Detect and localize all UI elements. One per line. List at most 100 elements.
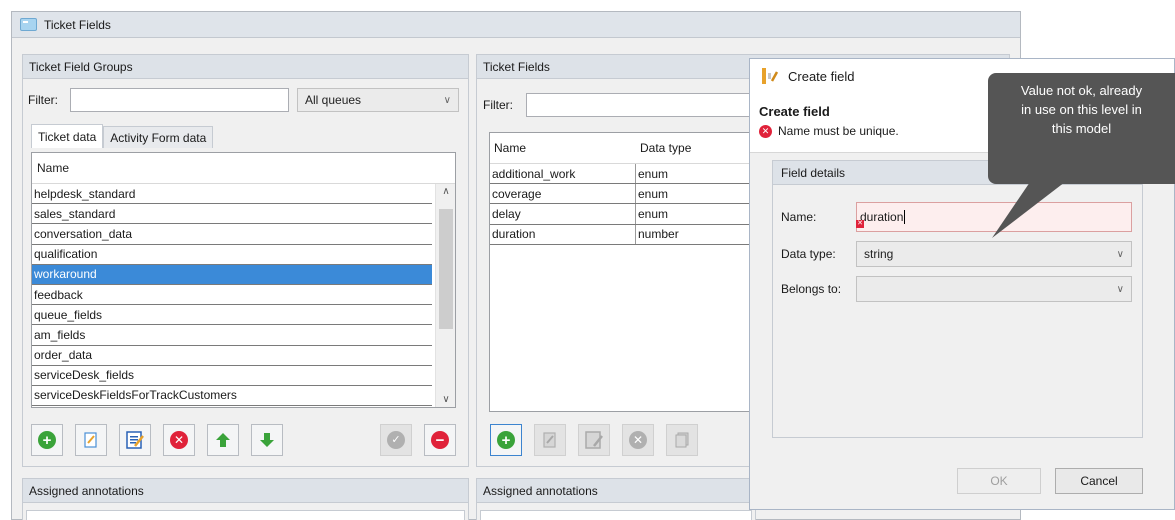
annotations-right-table xyxy=(480,510,752,520)
confirm-button[interactable]: ✓ xyxy=(380,424,412,456)
delete-group-button[interactable]: ✕ xyxy=(163,424,195,456)
annotations-right-header: Assigned annotations xyxy=(477,479,755,503)
edit-form-button[interactable] xyxy=(578,424,610,456)
cell-name: duration xyxy=(490,224,636,244)
add-group-button[interactable]: + xyxy=(31,424,63,456)
fields-filter-row: Filter: xyxy=(483,93,756,117)
list-item[interactable]: queue_fields xyxy=(32,305,432,326)
form-edit-icon xyxy=(126,431,144,449)
dialog-heading: Create field xyxy=(759,104,830,119)
data-type-row: Data type: string ∨ xyxy=(781,241,1132,267)
tooltip-pointer xyxy=(992,182,1065,238)
dialog-title: Create field xyxy=(788,68,855,84)
list-item[interactable]: sales_standard xyxy=(32,204,432,225)
data-type-value: string xyxy=(864,247,894,261)
list-item[interactable]: conversation_data xyxy=(32,224,432,245)
edit-group-button[interactable] xyxy=(75,424,107,456)
cell-type: enum xyxy=(638,206,669,221)
scrollbar-thumb[interactable] xyxy=(439,209,453,329)
groups-tabs: Ticket data Activity Form data xyxy=(31,124,214,148)
groups-toolbar: + ✕ xyxy=(31,424,283,456)
groups-list-header[interactable]: Name xyxy=(32,153,455,184)
fields-filter-label: Filter: xyxy=(483,98,513,112)
annotations-left-table xyxy=(26,510,465,520)
queue-select[interactable]: All queues ∨ xyxy=(297,88,459,112)
list-item[interactable]: am_fields xyxy=(32,325,432,346)
chevron-down-icon: ∨ xyxy=(1116,283,1124,295)
column-header-name[interactable]: Name xyxy=(490,133,636,163)
groups-list-scrollbar[interactable]: ∧ ∨ xyxy=(435,184,455,407)
checkmark-icon: ✓ xyxy=(387,431,405,449)
window-title: Ticket Fields xyxy=(44,17,111,32)
groups-filter-row: Filter: All queues ∨ xyxy=(28,88,459,112)
list-item[interactable]: qualification xyxy=(32,245,432,265)
arrow-up-icon xyxy=(216,433,230,447)
groups-toolbar-right: ✓ − xyxy=(380,424,456,456)
belongs-to-select[interactable]: ∨ xyxy=(856,276,1132,302)
table-row[interactable]: delay enum xyxy=(490,204,753,225)
table-row[interactable]: coverage enum xyxy=(490,184,753,205)
belongs-to-row: Belongs to: ∨ xyxy=(781,276,1132,302)
table-row[interactable]: duration number xyxy=(490,224,753,245)
chevron-down-icon: ∨ xyxy=(443,94,451,106)
plus-icon: + xyxy=(38,431,56,449)
list-item-selected[interactable]: workaround xyxy=(32,264,432,285)
groups-panel-header: Ticket Field Groups xyxy=(23,55,468,79)
copy-icon xyxy=(675,432,689,448)
list-item[interactable]: order_data xyxy=(32,346,432,366)
cell-name: coverage xyxy=(490,184,636,204)
field-app-icon xyxy=(761,67,779,85)
tooltip-line-2: in use on this level in xyxy=(1021,102,1142,117)
belongs-to-label: Belongs to: xyxy=(781,282,842,296)
delete-icon: ✕ xyxy=(629,431,647,449)
assigned-annotations-left: Assigned annotations xyxy=(22,478,469,520)
fields-table: Name Data type additional_work enum cove… xyxy=(489,132,754,412)
fields-filter-input[interactable] xyxy=(526,93,756,117)
fields-table-header: Name Data type xyxy=(490,133,753,164)
form-edit-icon xyxy=(585,431,603,449)
delete-icon: ✕ xyxy=(170,431,188,449)
validation-error-icon: ✕ xyxy=(856,220,864,228)
move-up-button[interactable] xyxy=(207,424,239,456)
ok-button[interactable]: OK xyxy=(957,468,1041,494)
tab-ticket-data[interactable]: Ticket data xyxy=(31,124,104,148)
groups-filter-label: Filter: xyxy=(28,93,58,107)
field-details-panel: Field details Name: duration ✕ Data type… xyxy=(772,160,1143,438)
fields-toolbar: + ✕ xyxy=(490,424,698,456)
tooltip-line-1: Value not ok, already xyxy=(1020,83,1143,98)
list-item[interactable]: feedback xyxy=(32,285,432,306)
data-type-select[interactable]: string ∨ xyxy=(856,241,1132,267)
assigned-annotations-right: Assigned annotations xyxy=(476,478,756,520)
error-icon: ✕ xyxy=(759,124,772,138)
table-row[interactable]: additional_work enum xyxy=(490,164,753,185)
tooltip-line-3: this model xyxy=(1051,121,1112,136)
cancel-button[interactable]: Cancel xyxy=(1055,468,1143,494)
window-icon xyxy=(20,18,37,31)
cell-name: delay xyxy=(490,204,636,224)
tab-activity-form-data[interactable]: Activity Form data xyxy=(103,126,214,148)
edit-document-icon xyxy=(84,432,97,448)
move-down-button[interactable] xyxy=(251,424,283,456)
scroll-up-icon[interactable]: ∧ xyxy=(436,186,455,197)
list-item[interactable]: helpdesk_standard xyxy=(32,184,432,205)
validation-tooltip: Value not ok, already in use on this lev… xyxy=(988,73,1175,184)
copy-field-button[interactable] xyxy=(666,424,698,456)
scroll-down-icon[interactable]: ∨ xyxy=(436,394,455,405)
cell-type: number xyxy=(638,227,679,242)
arrow-down-icon xyxy=(260,433,274,447)
delete-field-button[interactable]: ✕ xyxy=(622,424,654,456)
name-label: Name: xyxy=(781,210,817,224)
add-field-button[interactable]: + xyxy=(490,424,522,456)
groups-filter-input[interactable] xyxy=(70,88,289,112)
column-header-data-type[interactable]: Data type xyxy=(636,133,746,163)
edit-fields-button[interactable] xyxy=(119,424,151,456)
window-titlebar: Ticket Fields xyxy=(12,12,1020,38)
text-cursor xyxy=(904,210,906,224)
list-item[interactable]: serviceDesk_fields xyxy=(32,366,432,386)
list-item[interactable]: serviceDeskFieldsForTrackCustomers xyxy=(32,386,432,407)
edit-field-button[interactable] xyxy=(534,424,566,456)
groups-list: Name helpdesk_standard sales_standard co… xyxy=(31,152,456,408)
remove-button[interactable]: − xyxy=(424,424,456,456)
dialog-error-message: Name must be unique. xyxy=(778,124,899,138)
queue-select-value: All queues xyxy=(305,93,362,107)
